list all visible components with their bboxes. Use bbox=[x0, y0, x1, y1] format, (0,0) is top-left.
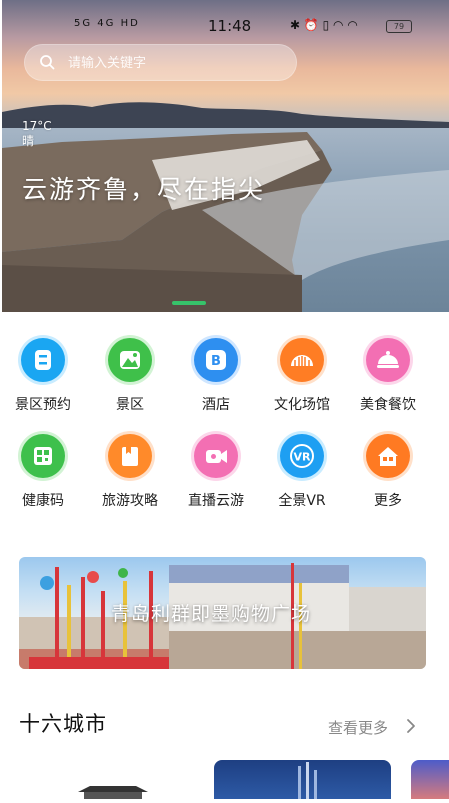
venue-icon bbox=[280, 338, 324, 382]
menu-label: 健康码 bbox=[22, 493, 64, 509]
menu-item-live-tour[interactable]: 直播云游 bbox=[174, 426, 254, 516]
banner-title: 青岛利群即墨购物广场 bbox=[111, 603, 312, 625]
city-card[interactable] bbox=[214, 760, 391, 799]
menu-label: 全景VR bbox=[278, 493, 326, 509]
network-indicators: 5G 4G HD bbox=[74, 18, 140, 29]
menu-item-culture-venue[interactable]: 文化场馆 bbox=[260, 330, 340, 420]
scenic-icon bbox=[108, 338, 152, 382]
menu-label: 旅游攻略 bbox=[102, 493, 158, 509]
more-icon bbox=[366, 434, 410, 478]
section-title-cities: 十六城市 bbox=[19, 712, 107, 736]
menu-label: 直播云游 bbox=[188, 493, 244, 509]
menu-item-scenic-booking[interactable]: 景区预约 bbox=[1, 330, 81, 420]
battery-icon: 79 bbox=[386, 20, 412, 33]
view-more-link[interactable]: 查看更多 bbox=[328, 717, 388, 738]
menu-item-more[interactable]: 更多 bbox=[346, 426, 426, 516]
menu-item-hotel[interactable]: B 酒店 bbox=[174, 330, 254, 420]
menu-label: 景区预约 bbox=[15, 397, 71, 413]
svg-text:B: B bbox=[211, 354, 221, 369]
menu-item-travel-guide[interactable]: 旅游攻略 bbox=[88, 426, 168, 516]
menu-label: 文化场馆 bbox=[274, 397, 330, 413]
hero-slogan: 云游齐鲁，尽在指尖 bbox=[22, 175, 266, 204]
vr-icon: VR bbox=[280, 434, 324, 478]
menu-label: 美食餐饮 bbox=[360, 397, 416, 413]
city-image bbox=[78, 786, 148, 799]
clock: 11:48 bbox=[208, 17, 252, 35]
menu-label: 酒店 bbox=[202, 397, 230, 413]
search-bar[interactable] bbox=[24, 44, 297, 83]
qrcode-icon bbox=[21, 434, 65, 478]
system-icons: ✱ ⏰ ▯ ◠ ◠ bbox=[290, 18, 358, 32]
menu-label: 景区 bbox=[116, 397, 144, 413]
weather-widget: 17°C 晴 bbox=[22, 119, 52, 149]
carousel-indicator bbox=[172, 301, 206, 305]
svg-text:VR: VR bbox=[294, 451, 312, 464]
city-card[interactable] bbox=[411, 760, 449, 799]
menu-item-health-code[interactable]: 健康码 bbox=[1, 426, 81, 516]
menu-item-food[interactable]: 美食餐饮 bbox=[346, 330, 426, 420]
ticket-icon bbox=[21, 338, 65, 382]
menu-label: 更多 bbox=[374, 493, 402, 509]
search-icon bbox=[40, 55, 55, 70]
weather-condition: 晴 bbox=[22, 134, 35, 148]
guide-icon bbox=[108, 434, 152, 478]
city-image bbox=[298, 762, 317, 799]
search-input[interactable] bbox=[66, 44, 290, 83]
chevron-right-icon[interactable] bbox=[405, 718, 417, 734]
status-bar: 5G 4G HD 11:48 ✱ ⏰ ▯ ◠ ◠ 79 bbox=[0, 14, 449, 40]
menu-item-scenic[interactable]: 景区 bbox=[88, 330, 168, 420]
city-card[interactable] bbox=[18, 770, 196, 799]
hotel-icon: B bbox=[194, 338, 238, 382]
food-icon bbox=[366, 338, 410, 382]
live-icon bbox=[194, 434, 238, 478]
promo-banner[interactable]: 青岛利群即墨购物广场 bbox=[19, 557, 426, 669]
temperature: 17°C bbox=[22, 119, 52, 133]
menu-item-vr[interactable]: VR 全景VR bbox=[260, 426, 340, 516]
